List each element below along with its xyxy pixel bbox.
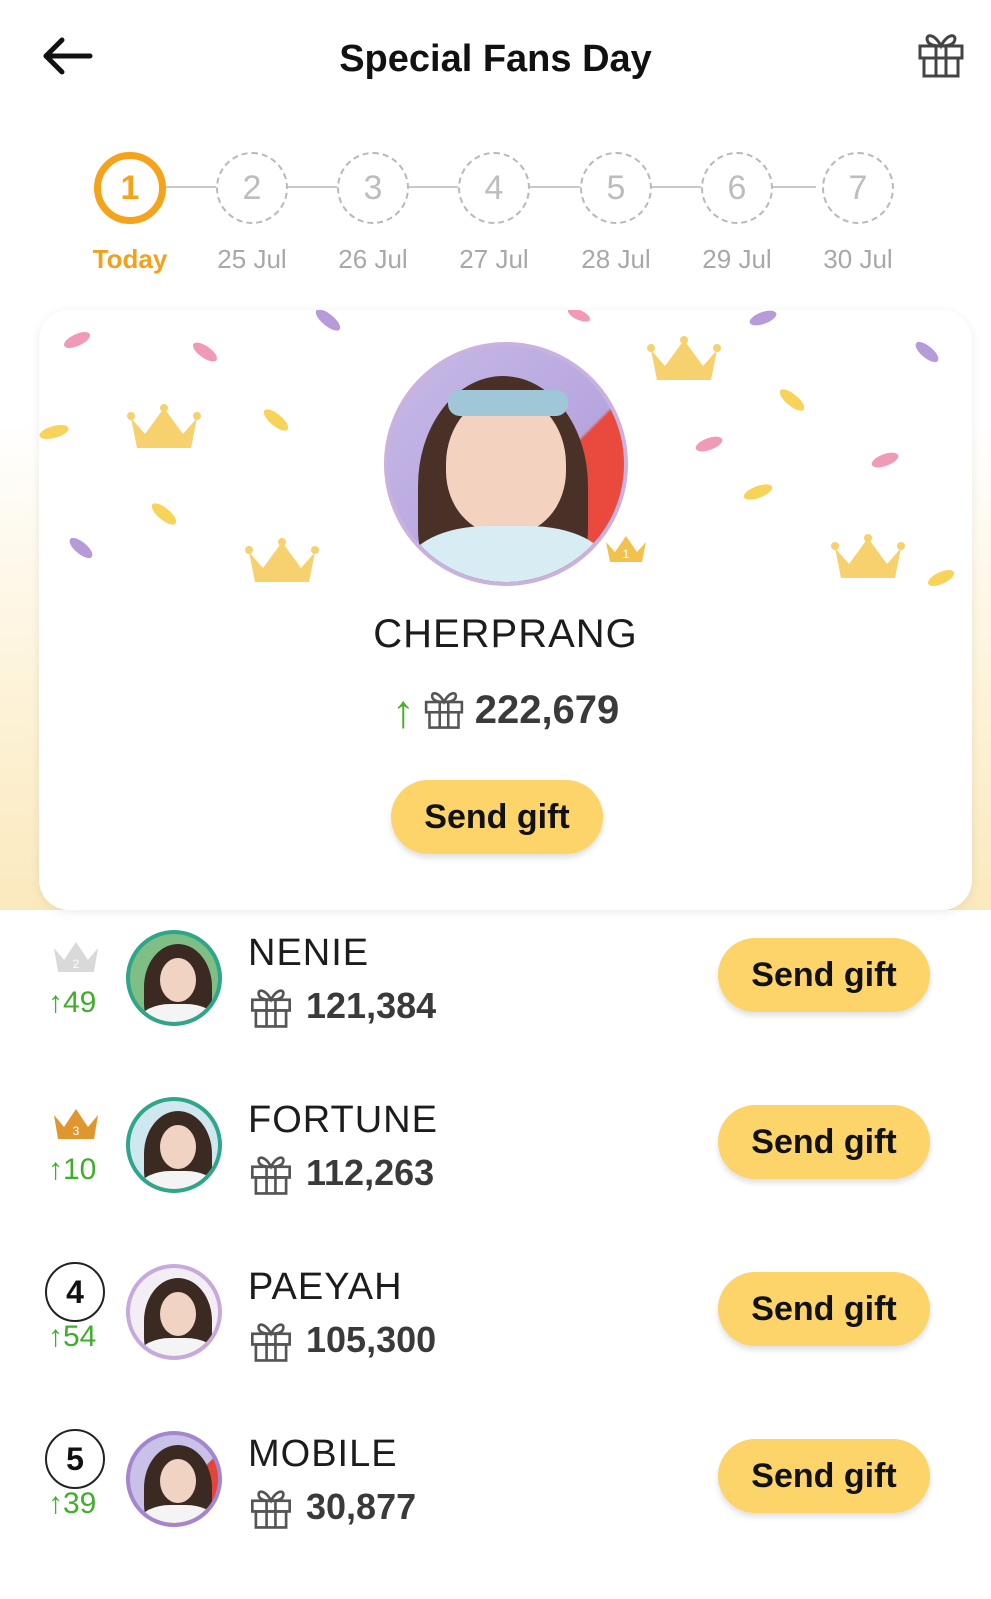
confetti	[747, 310, 779, 330]
rank-change: ↑39	[48, 1487, 97, 1520]
confetti	[925, 565, 957, 591]
crown-decoration-icon	[245, 538, 319, 582]
step-day-2[interactable]: 2 25 Jul	[192, 148, 312, 288]
member-score-line: 112,263	[248, 1149, 434, 1197]
list-item: 3 ↑10 FORTUNE 112,263 Send gift	[0, 1095, 991, 1255]
svg-text:3: 3	[73, 1124, 80, 1138]
list-item: 2 ↑49 NENIE 121,384 Send gift	[0, 928, 991, 1088]
step-date: Today	[92, 244, 168, 274]
member-score: 105,300	[306, 1319, 437, 1360]
send-gift-button[interactable]: Send gift	[718, 1105, 930, 1179]
member-name: NENIE	[248, 932, 370, 974]
leader-avatar[interactable]	[384, 342, 628, 586]
svg-text:1: 1	[623, 547, 630, 561]
leader-send-gift-button[interactable]: Send gift	[391, 780, 603, 854]
member-score-line: 105,300	[248, 1316, 436, 1364]
silver-crown-icon: 2	[54, 942, 98, 972]
confetti	[741, 480, 775, 504]
gift-icon	[251, 1490, 291, 1529]
confetti	[776, 386, 808, 414]
step-date: 29 Jul	[702, 244, 772, 274]
member-score: 112,263	[306, 1152, 435, 1193]
rank-number: 5	[45, 1429, 105, 1489]
confetti	[312, 310, 344, 334]
step-day-6[interactable]: 6 29 Jul	[677, 148, 797, 288]
avatar[interactable]	[126, 1264, 222, 1360]
step-day-4[interactable]: 4 27 Jul	[434, 148, 554, 288]
step-number: 2	[216, 152, 288, 224]
step-number: 6	[701, 152, 773, 224]
step-date: 30 Jul	[823, 244, 893, 274]
step-date: 25 Jul	[217, 244, 287, 274]
step-number: 5	[580, 152, 652, 224]
step-number: 1	[94, 152, 166, 224]
member-name: PAEYAH	[248, 1266, 403, 1308]
crown-decoration-icon	[647, 336, 721, 380]
step-date: 28 Jul	[581, 244, 651, 274]
crown-decoration-icon	[831, 534, 905, 578]
gift-icon	[918, 34, 964, 78]
step-number: 3	[337, 152, 409, 224]
step-day-7[interactable]: 7 30 Jul	[798, 148, 918, 288]
send-gift-button[interactable]: Send gift	[718, 938, 930, 1012]
avatar[interactable]	[126, 1431, 222, 1527]
send-gift-button[interactable]: Send gift	[718, 1272, 930, 1346]
confetti	[61, 327, 93, 353]
step-date: 26 Jul	[338, 244, 408, 274]
rank-change: ↑54	[48, 1320, 97, 1353]
bronze-crown-icon: 3	[54, 1109, 98, 1139]
rank-change: ↑49	[48, 986, 97, 1019]
step-day-1[interactable]: 1 Today	[70, 148, 190, 288]
gift-history-button[interactable]	[916, 26, 966, 80]
confetti	[566, 310, 592, 324]
step-number: 7	[822, 152, 894, 224]
step-number: 4	[458, 152, 530, 224]
member-score: 30,877	[306, 1486, 417, 1527]
top-bar: Special Fans Day	[0, 0, 991, 130]
confetti	[260, 406, 292, 434]
arrow-up-icon: ↑	[391, 685, 415, 737]
confetti	[189, 339, 221, 365]
confetti	[912, 339, 942, 365]
confetti	[869, 448, 901, 472]
page-title: Special Fans Day	[339, 38, 652, 80]
leader-name: CHERPRANG	[373, 612, 638, 656]
avatar[interactable]	[126, 1097, 222, 1193]
crown-decoration-icon	[127, 404, 201, 448]
leader-card: 1 CHERPRANG ↑ 222,679 Send gift	[39, 310, 972, 910]
list-item: 4 ↑54 PAEYAH 105,300 Send gift	[0, 1262, 991, 1422]
rank-change: ↑10	[48, 1153, 97, 1186]
gift-icon	[251, 1323, 291, 1362]
member-score-line: 121,384	[248, 982, 436, 1030]
svg-text:2: 2	[73, 957, 80, 971]
avatar[interactable]	[126, 930, 222, 1026]
list-item: 5 ↑39 MOBILE 30,877 Send gift	[0, 1429, 991, 1589]
confetti	[148, 500, 180, 528]
member-name: FORTUNE	[248, 1099, 438, 1141]
gift-icon	[424, 692, 463, 729]
send-gift-button[interactable]: Send gift	[718, 1439, 930, 1513]
rank-number: 4	[45, 1262, 105, 1322]
leader-score: 222,679	[474, 688, 620, 732]
confetti	[693, 432, 725, 456]
member-score-line: 30,877	[248, 1483, 416, 1531]
step-date: 27 Jul	[459, 244, 529, 274]
confetti	[39, 421, 71, 443]
step-day-5[interactable]: 5 28 Jul	[556, 148, 676, 288]
leader-score-line: ↑ 222,679	[39, 684, 972, 738]
gold-crown-badge-icon: 1	[606, 536, 646, 562]
step-day-3[interactable]: 3 26 Jul	[313, 148, 433, 288]
day-stepper: 1 Today 2 25 Jul 3 26 Jul 4 27 Jul 5 28 …	[0, 148, 991, 288]
gift-icon	[251, 1156, 291, 1195]
member-score: 121,384	[306, 985, 437, 1026]
gift-icon	[251, 989, 291, 1028]
member-name: MOBILE	[248, 1433, 398, 1475]
confetti	[66, 535, 96, 561]
